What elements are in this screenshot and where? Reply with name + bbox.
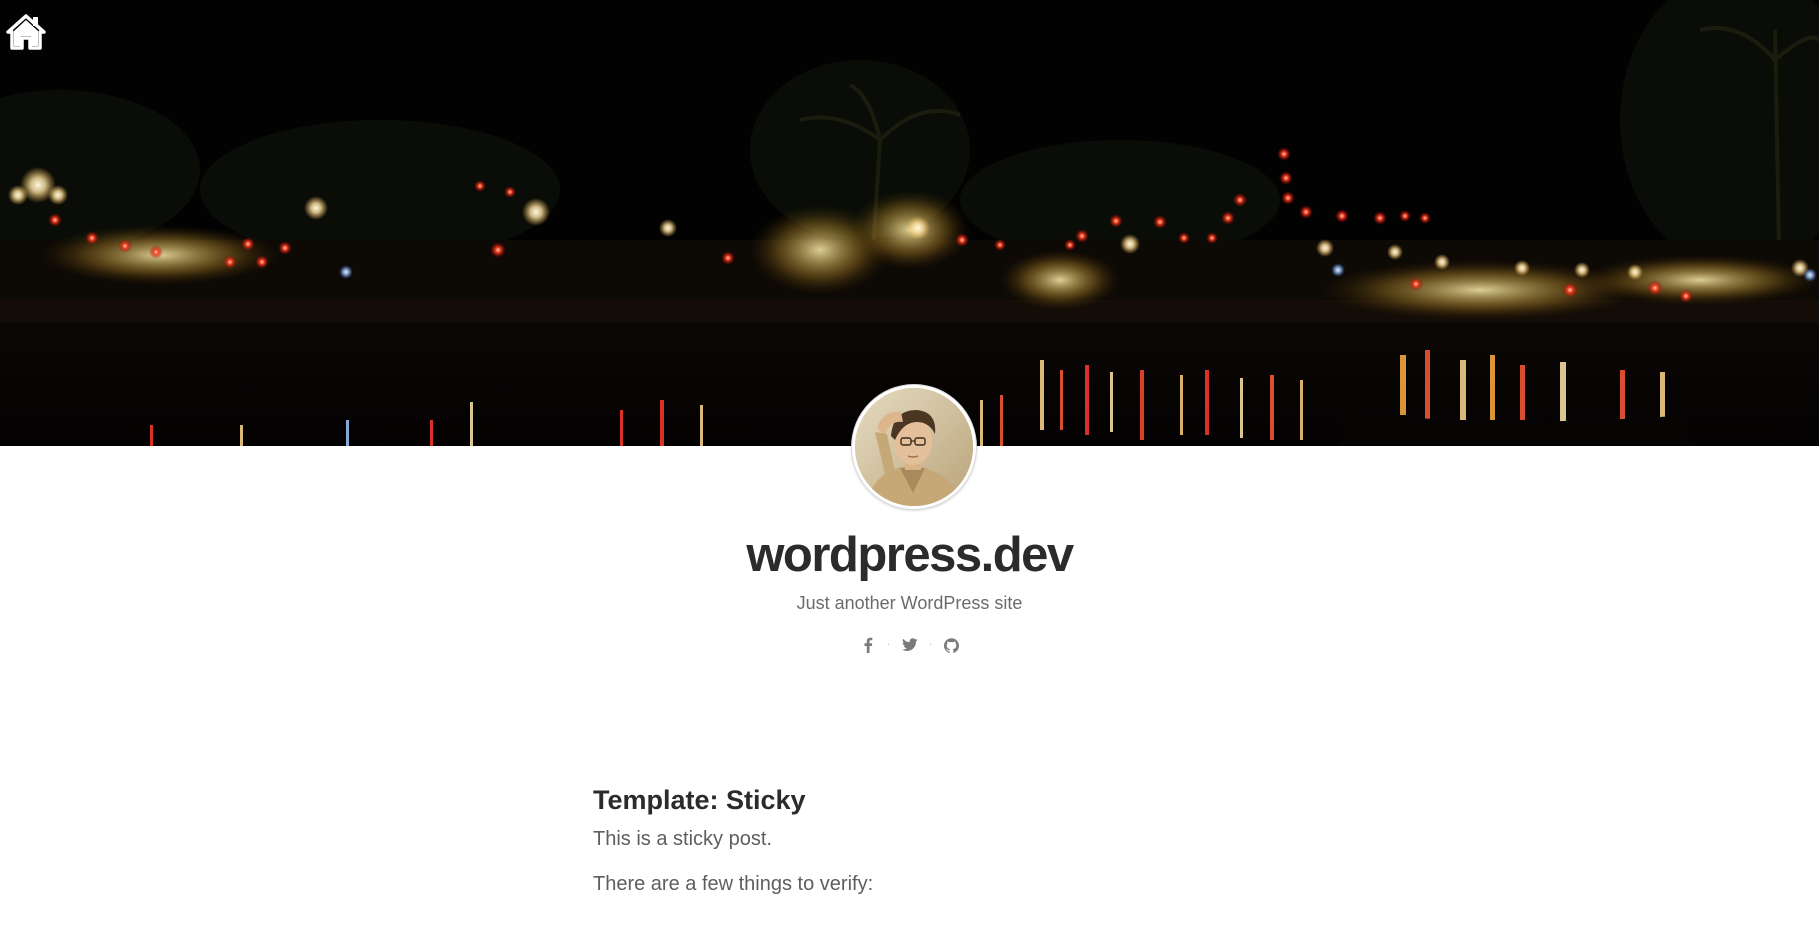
twitter-icon[interactable] [899,634,921,656]
github-icon[interactable] [941,634,963,656]
social-separator: · [928,639,933,650]
facebook-icon[interactable] [857,634,879,656]
avatar [852,385,976,509]
home-icon-glyph [6,14,46,50]
post-title-link[interactable]: Template: Sticky [593,785,806,815]
page: wordpress.dev Just another WordPress sit… [0,0,1819,931]
banner-photo [0,0,1819,446]
social-separator: · [886,639,891,650]
header-banner-image [0,0,1819,446]
site-title: wordpress.dev [0,523,1819,587]
author-portrait [855,388,973,506]
site-description: Just another WordPress site [796,593,1023,613]
site-title-link[interactable]: wordpress.dev [746,528,1074,582]
home-icon[interactable] [6,13,46,51]
post-title: Template: Sticky [593,776,1233,824]
post-paragraph: There are a few things to verify: [593,873,874,895]
social-links: · · [0,634,1819,656]
post-paragraph: This is a sticky post. [593,828,772,850]
post: Template: Sticky This is a sticky post. … [593,776,1233,898]
